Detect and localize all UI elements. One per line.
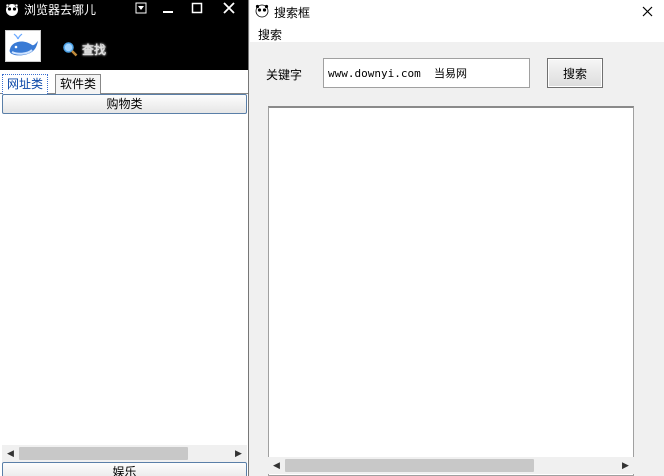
minimize-button[interactable] — [157, 0, 179, 16]
maximize-button[interactable] — [186, 0, 208, 16]
panda-icon — [255, 4, 269, 18]
category-button-entertainment[interactable]: 娱乐 — [2, 462, 247, 476]
close-icon — [642, 6, 652, 16]
link-list — [2, 115, 247, 445]
right-horizontal-scrollbar[interactable]: ◀ ▶ — [268, 457, 634, 474]
scroll-thumb[interactable] — [285, 459, 534, 472]
panda-icon — [5, 3, 19, 16]
menu-bar: 搜索 — [250, 24, 664, 42]
scroll-right-icon[interactable]: ▶ — [230, 445, 247, 462]
dropdown-icon — [135, 2, 147, 14]
maximize-icon — [191, 2, 203, 14]
logo — [5, 30, 41, 62]
left-close-button[interactable] — [218, 0, 240, 16]
right-window-title: 搜索框 — [274, 6, 311, 20]
scroll-left-icon[interactable]: ◀ — [2, 445, 19, 462]
keyword-input[interactable] — [323, 58, 530, 88]
tab-ruanjian[interactable]: 软件类 — [55, 74, 102, 94]
magnifier-icon — [63, 42, 78, 57]
left-horizontal-scrollbar[interactable]: ◀ ▶ — [2, 445, 247, 462]
search-button[interactable]: 搜索 — [547, 58, 603, 88]
right-close-button[interactable] — [636, 2, 658, 20]
left-window-title: 浏览器去哪儿 — [24, 3, 97, 17]
dropdown-button[interactable] — [130, 0, 152, 16]
menu-item-search[interactable]: 搜索 — [258, 26, 282, 43]
scroll-track[interactable] — [19, 445, 230, 462]
right-title-bar: 搜索框 — [250, 0, 664, 24]
minimize-icon — [163, 11, 173, 13]
whale-icon — [9, 33, 38, 56]
scroll-track[interactable] — [285, 457, 617, 474]
close-icon — [223, 2, 235, 14]
right-window: 搜索框 搜索 关键字 搜索 ◀ ▶ — [250, 0, 664, 476]
left-title-bar: 浏览器去哪儿 查找 — [0, 0, 248, 70]
scroll-left-icon[interactable]: ◀ — [268, 457, 285, 474]
left-window: 浏览器去哪儿 查找 网址类 软件类 购物类 ◀ ▶ 娱乐 — [0, 0, 249, 476]
results-pane — [268, 106, 634, 476]
keyword-label: 关键字 — [266, 68, 303, 82]
search-link-label: 查找 — [82, 42, 107, 57]
scroll-thumb[interactable] — [19, 447, 188, 460]
tab-wangzhi[interactable]: 网址类 — [2, 74, 49, 94]
scroll-right-icon[interactable]: ▶ — [617, 457, 634, 474]
tab-bar: 网址类 软件类 — [0, 72, 248, 94]
search-link[interactable]: 查找 — [62, 40, 106, 58]
category-button-shopping[interactable]: 购物类 — [2, 94, 247, 114]
